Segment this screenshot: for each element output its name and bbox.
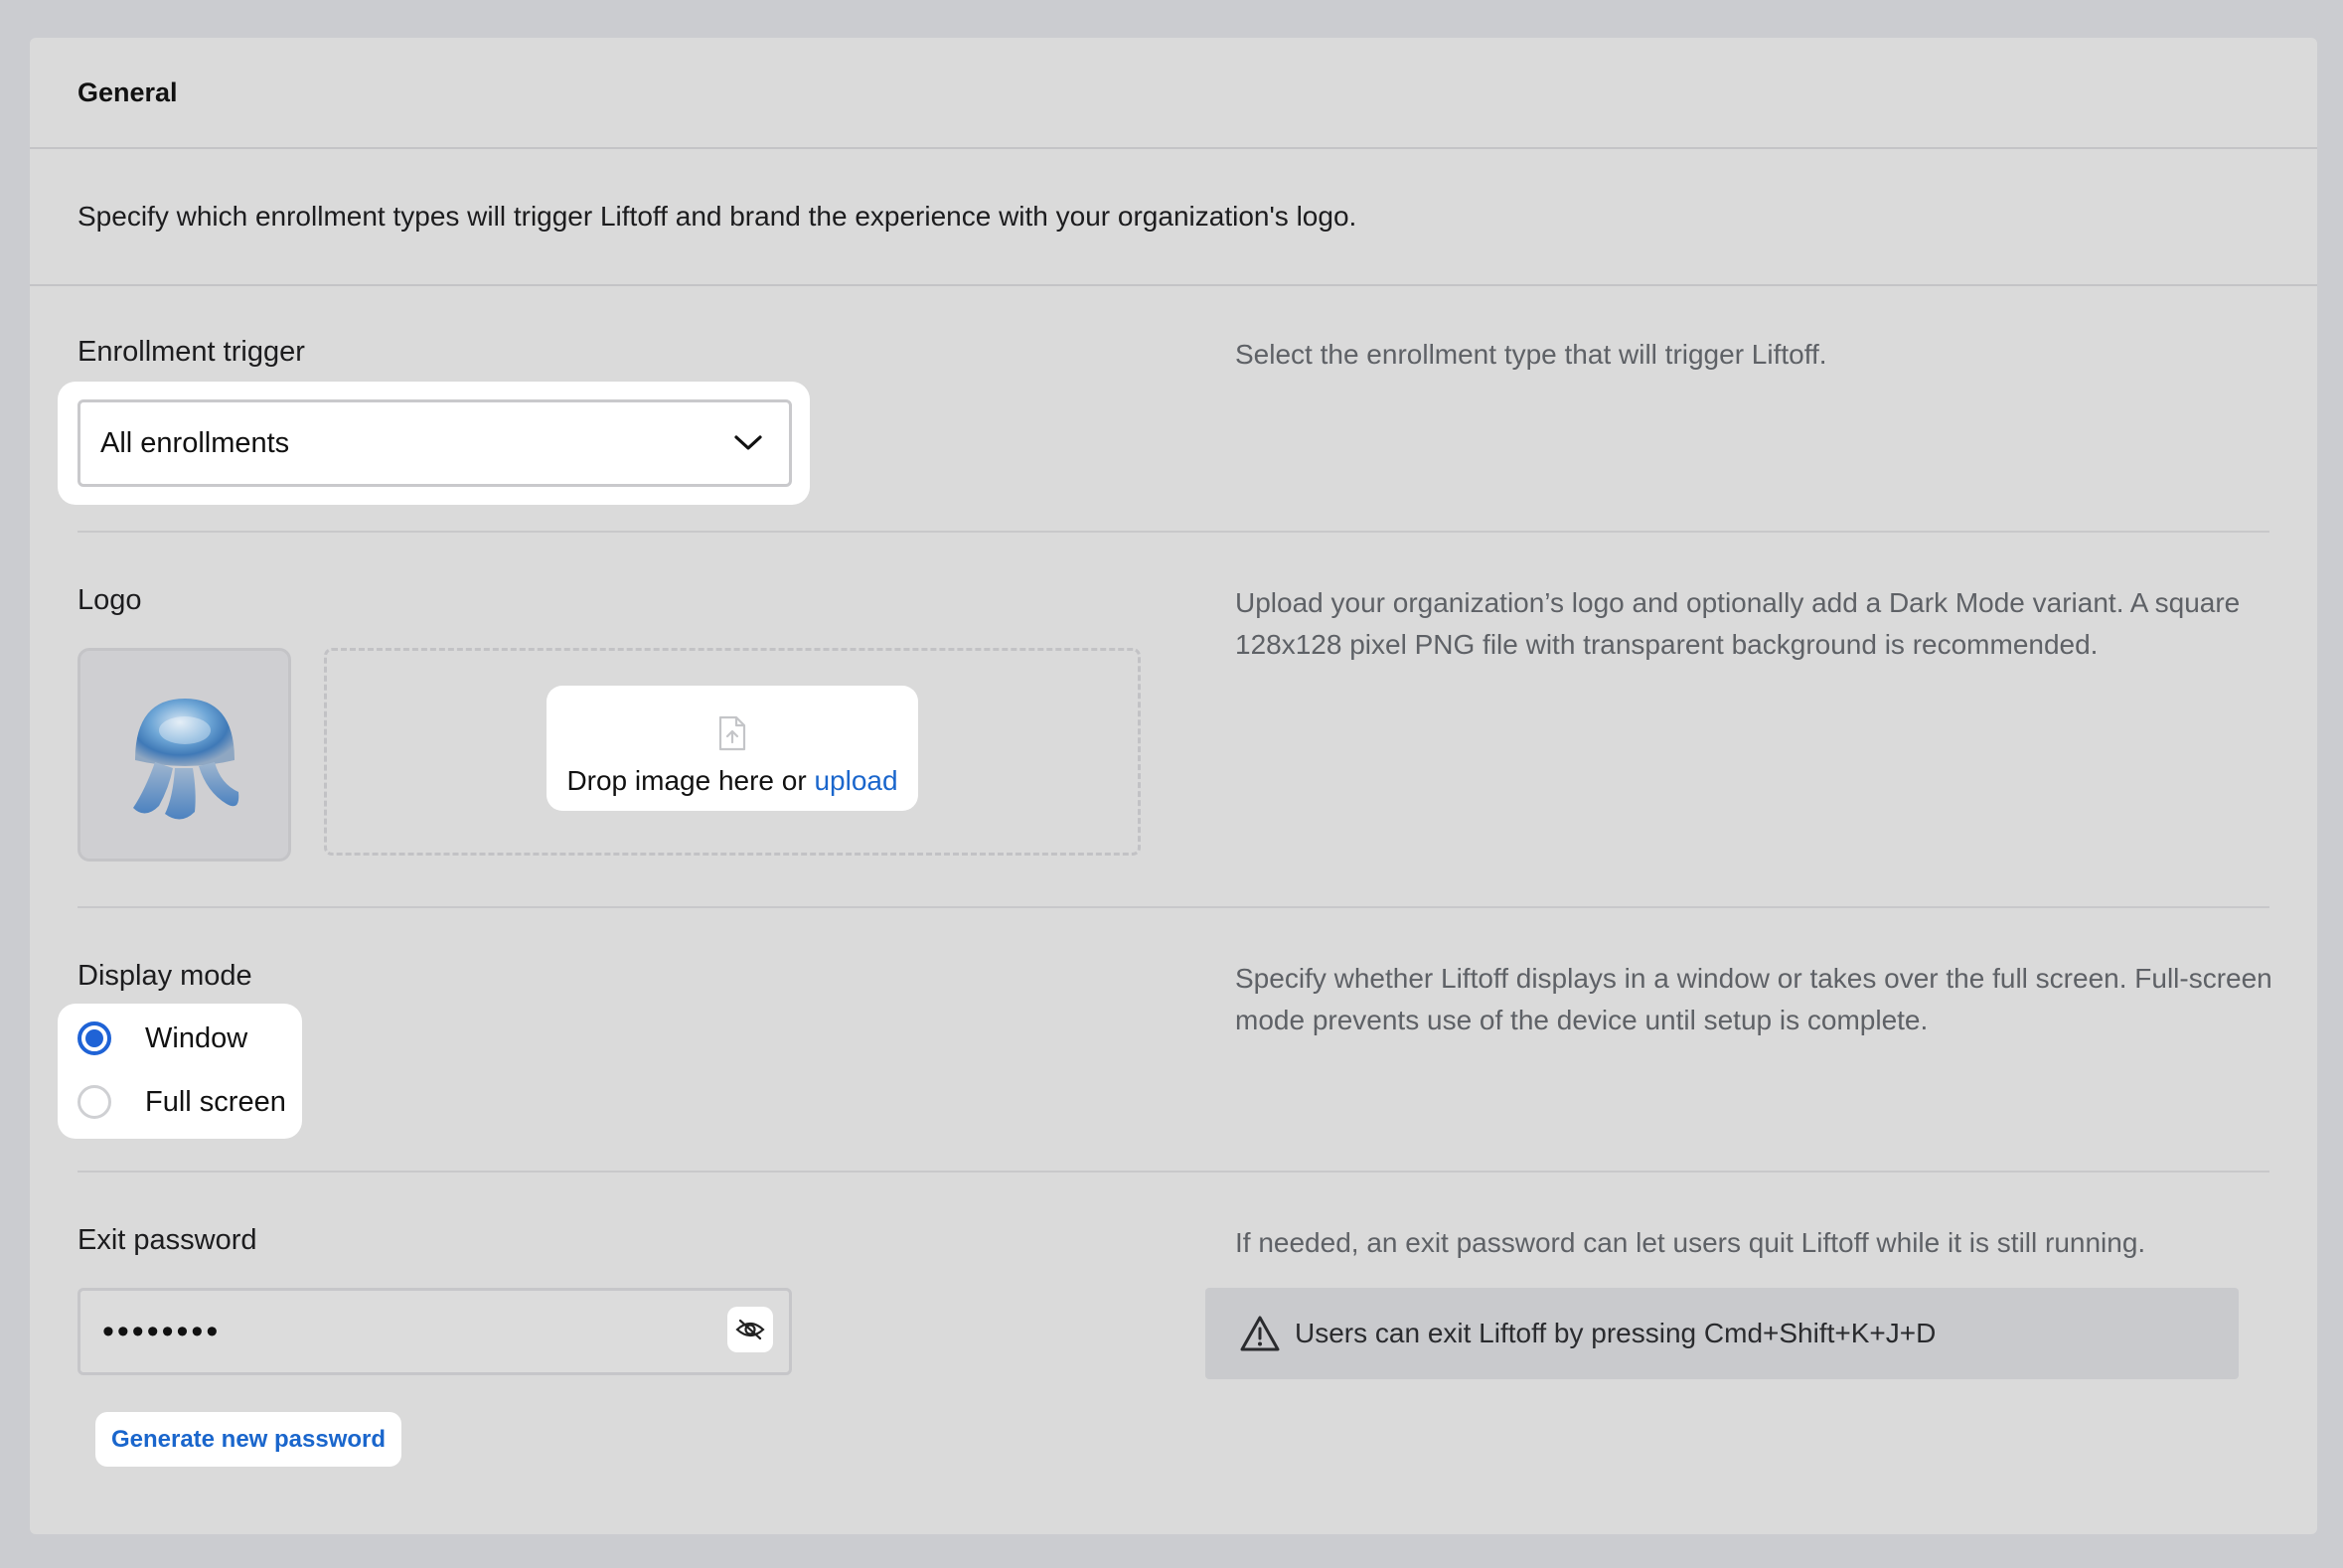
- radio-label-window: Window: [145, 1021, 248, 1054]
- enrollment-trigger-label: Enrollment trigger: [78, 336, 305, 368]
- enrollment-trigger-value: All enrollments: [100, 426, 290, 459]
- radio-window[interactable]: Window: [78, 1021, 247, 1055]
- logo-label: Logo: [78, 584, 142, 616]
- notice-text: Users can exit Liftoff by pressing Cmd+S…: [1295, 1318, 1937, 1348]
- drop-prompt[interactable]: Drop image here or upload: [547, 686, 918, 811]
- drop-text: Drop image here or: [566, 765, 815, 796]
- upload-link[interactable]: upload: [814, 765, 897, 796]
- jellyfish-logo-icon: [132, 698, 238, 820]
- warning-icon: [1240, 1316, 1280, 1351]
- display-mode-label: Display mode: [78, 960, 252, 992]
- divider: [78, 906, 2269, 908]
- exit-password-help-text: If needed, an exit password can let user…: [1235, 1227, 2146, 1258]
- enrollment-trigger-select[interactable]: All enrollments: [78, 399, 792, 487]
- display-mode-help-text: Specify whether Liftoff displays in a wi…: [1235, 963, 2272, 1035]
- chevron-down-icon: [733, 428, 763, 461]
- radio-button-selected[interactable]: [78, 1021, 111, 1055]
- card-intro: Specify which enrollment types will trig…: [30, 149, 2317, 286]
- file-upload-icon: [718, 715, 746, 751]
- toggle-visibility-button[interactable]: [727, 1307, 773, 1352]
- exit-shortcut-notice: Users can exit Liftoff by pressing Cmd+S…: [1205, 1288, 2239, 1379]
- divider: [78, 1171, 2269, 1173]
- divider: [78, 531, 2269, 533]
- logo-preview[interactable]: [78, 648, 291, 862]
- radio-label-full-screen: Full screen: [145, 1085, 286, 1118]
- eye-off-icon: [735, 1319, 765, 1340]
- radio-button-unselected[interactable]: [78, 1085, 111, 1119]
- password-value: ••••••••: [102, 1312, 222, 1350]
- radio-full-screen[interactable]: Full screen: [78, 1085, 286, 1119]
- enrollment-help-text: Select the enrollment type that will tri…: [1235, 339, 1827, 370]
- generate-password-button[interactable]: Generate new password: [95, 1412, 401, 1467]
- general-settings-card: General Specify which enrollment types w…: [30, 38, 2317, 1534]
- exit-password-input[interactable]: ••••••••: [78, 1288, 792, 1375]
- exit-password-label: Exit password: [78, 1224, 257, 1256]
- card-title: General: [30, 38, 2317, 149]
- logo-help-text: Upload your organization’s logo and opti…: [1235, 587, 2241, 660]
